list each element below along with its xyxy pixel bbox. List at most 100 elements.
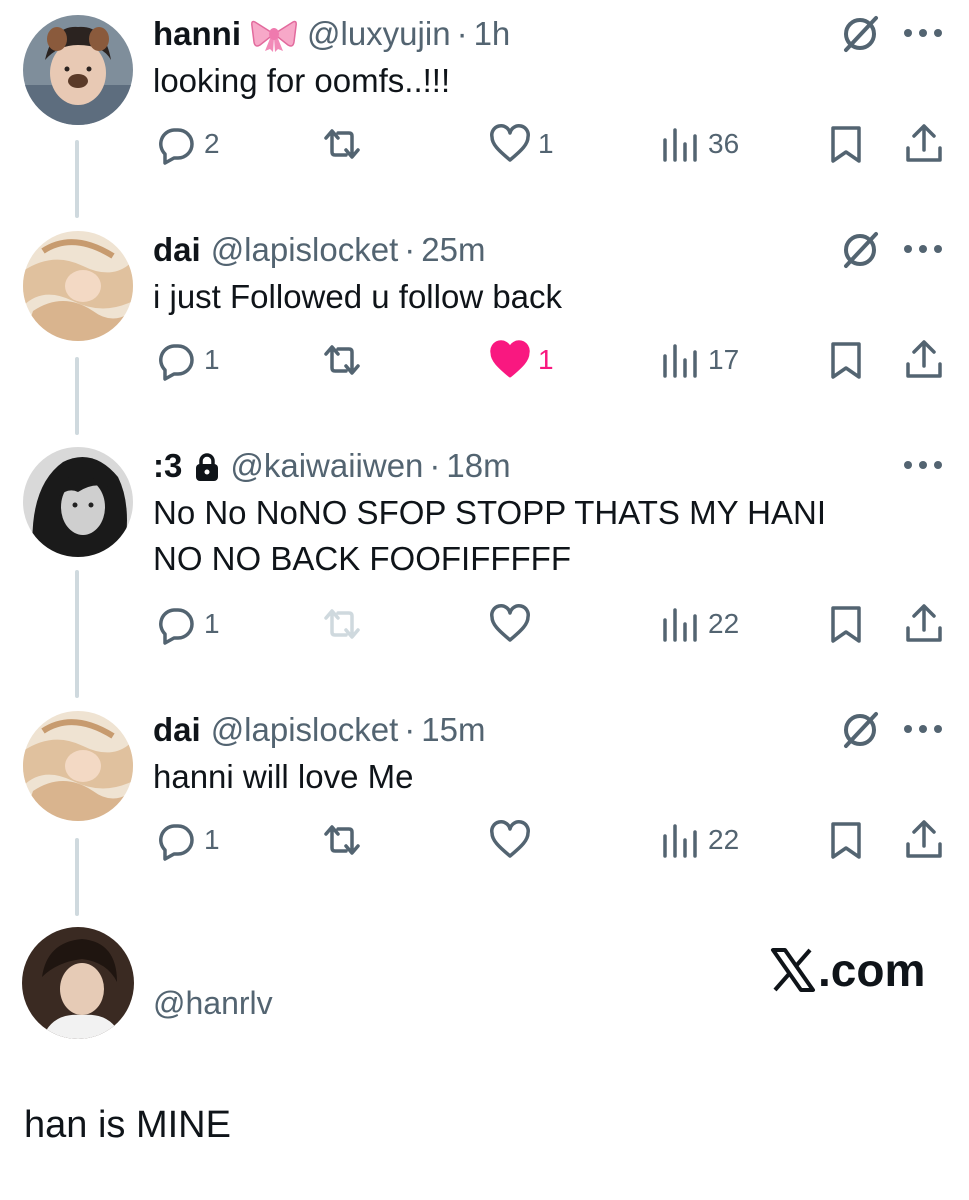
reply-icon [159,128,194,165]
tweet[interactable]: hanni @luxyujin · 1h looking for oomfs..… [0,0,969,200]
timestamp[interactable]: 15m [421,710,485,750]
grok-icon[interactable] [838,228,882,272]
tweet-header: dai @lapislocket · 25m [153,230,485,270]
views-button[interactable]: 36 [658,122,739,166]
view-count: 17 [708,344,740,375]
like-button[interactable] [488,818,538,862]
tweet-header: dai @lapislocket · 15m [153,710,485,750]
more-options-icon[interactable] [900,458,946,472]
reply-button[interactable]: 1 [154,818,220,862]
retweet-icon [324,129,360,159]
like-button[interactable] [488,602,538,646]
bookmark-icon [831,342,861,379]
tweet-actions: 1 22 [0,602,969,652]
share-icon [906,124,942,162]
display-name[interactable]: dai [153,230,201,270]
tweet[interactable]: dai @lapislocket · 25m i just Followed u… [0,216,969,416]
reply-count: 1 [204,608,220,639]
like-count: 1 [538,344,554,375]
x-logo-icon [771,948,815,992]
tweet-text-line: NO NO BACK FOOFIFFFFF [153,540,571,577]
tweet-text-line: i just Followed u follow back [153,278,563,315]
user-handle[interactable]: @lapislocket [211,710,399,750]
share-button[interactable] [902,338,946,382]
timestamp[interactable]: 1h [474,14,511,54]
share-button[interactable] [902,122,946,166]
tweet-text: looking for oomfs..!!! [153,58,450,104]
bookmark-icon [831,606,861,643]
bookmark-button[interactable] [824,122,868,166]
tweet-header: :3 @kaiwaiiwen · 18m [153,446,511,486]
tweet[interactable]: dai @lapislocket · 15m hanni will love M… [0,696,969,896]
bookmark-button[interactable] [824,818,868,862]
author-avatar [22,927,134,1039]
user-handle[interactable]: @lapislocket [211,230,399,270]
more-options-icon[interactable] [900,26,946,40]
share-icon [906,340,942,378]
views-button[interactable]: 22 [658,602,739,646]
retweet-icon [324,345,360,375]
share-icon [906,820,942,858]
reply-count: 2 [204,128,220,159]
separator: · [404,711,416,748]
reply-icon [159,344,194,381]
share-button[interactable] [902,602,946,646]
display-name[interactable]: hanni [153,14,241,54]
reply-icon [159,608,194,645]
display-name[interactable]: dai [153,710,201,750]
display-name[interactable]: :3 [153,446,182,486]
bookmark-icon [831,822,861,859]
grok-icon[interactable] [838,708,882,752]
reply-button[interactable]: 1 [154,602,220,646]
separator: · [404,231,416,268]
lock-icon [194,451,220,481]
tweet-header: hanni @luxyujin · 1h [153,14,510,54]
tweet-text: No No NoNO SFOP STOPP THATS MY HANI NO N… [153,490,826,582]
more-options-icon[interactable] [900,722,946,736]
retweet-button[interactable] [320,818,370,862]
views-button[interactable]: 17 [658,338,739,382]
bookmark-icon [831,126,861,163]
tweet-text-line: hanni will love Me [153,758,414,795]
avatar[interactable] [23,447,133,557]
views-icon [663,344,697,378]
user-handle[interactable]: @kaiwaiiwen [230,446,423,486]
share-button[interactable] [902,818,946,862]
tweet-text: hanni will love Me [153,754,413,800]
retweet-button[interactable] [320,338,370,382]
grok-icon[interactable] [838,12,882,56]
avatar[interactable] [23,231,133,341]
tweet-text-line: No No NoNO SFOP STOPP THATS MY HANI [153,494,827,531]
views-icon [663,608,697,642]
reply-button[interactable]: 1 [154,338,220,382]
like-button[interactable]: 1 [488,338,554,382]
retweet-icon [324,609,360,639]
ribbon-emoji-icon [251,16,297,52]
bookmark-button[interactable] [824,338,868,382]
tweet[interactable]: :3 @kaiwaiiwen · 18m No No NoNO SFOP STO… [0,432,969,692]
view-count: 36 [708,128,740,159]
timestamp[interactable]: 25m [421,230,485,270]
retweet-button[interactable] [320,122,370,166]
timestamp[interactable]: 18m [446,446,510,486]
view-count: 22 [708,608,740,639]
more-options-icon[interactable] [900,242,946,256]
retweet-button-disabled [320,602,370,646]
reply-icon [159,824,194,861]
views-button[interactable]: 22 [658,818,739,862]
tweet-actions: 2 1 36 [0,122,969,172]
retweet-icon [324,825,360,855]
reply-count: 1 [204,344,220,375]
separator: · [429,447,441,484]
bookmark-button[interactable] [824,602,868,646]
heart-icon [490,124,530,162]
views-icon [663,824,697,858]
brand-text: .com [818,944,926,996]
reply-button[interactable]: 2 [154,122,220,166]
avatar[interactable] [23,15,133,125]
user-handle[interactable]: @luxyujin [307,14,451,54]
tweet-text-line: looking for oomfs..!!! [153,62,451,99]
x-brand-logo: .com [770,943,925,997]
like-button[interactable]: 1 [488,122,554,166]
avatar[interactable] [23,711,133,821]
